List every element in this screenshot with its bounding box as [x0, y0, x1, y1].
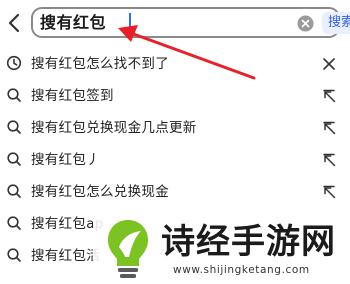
search-icon [6, 247, 22, 263]
suggestion-item[interactable]: 搜有红包签到 [0, 80, 350, 112]
arrow-up-left-icon[interactable] [321, 184, 337, 200]
suggestion-label: 搜有红包签到 [31, 88, 114, 104]
suggestion-label: 搜有红包活 [31, 248, 100, 264]
lightbulb-logo-icon [108, 220, 148, 278]
suggestion-label: 搜有红包丿 [31, 152, 100, 168]
search-input[interactable]: 搜有红包 [40, 12, 106, 34]
suggestion-label: 搜有红包兑换现金几点更新 [31, 120, 197, 136]
clear-circle-icon [297, 15, 314, 32]
arrow-up-left-icon[interactable] [321, 152, 337, 168]
search-bar: 搜有红包 搜索 [0, 0, 350, 48]
watermark-title: 诗经手游网 [161, 222, 336, 262]
search-icon [6, 87, 22, 103]
suggestion-item[interactable]: 搜有红包怎么兑换现金 [0, 176, 350, 208]
history-item[interactable]: 搜有红包怎么找不到了 [0, 48, 350, 80]
close-icon[interactable] [321, 56, 337, 72]
search-box[interactable]: 搜有红包 搜索 [31, 7, 350, 38]
watermark-url: www.shijingketang.com [173, 264, 310, 276]
suggestion-label: 搜有红包怎么兑换现金 [31, 184, 169, 200]
suggestion-item[interactable]: 搜有红包兑换现金几点更新 [0, 112, 350, 144]
search-icon [6, 215, 22, 231]
clear-button[interactable] [297, 15, 314, 32]
arrow-up-left-icon[interactable] [321, 88, 337, 104]
arrow-up-left-icon[interactable] [321, 120, 337, 136]
suggestion-label: 搜有红包怎么找不到了 [31, 56, 169, 72]
search-icon [6, 119, 22, 135]
search-button[interactable]: 搜索 [322, 12, 350, 34]
suggestion-item[interactable]: 搜有红包丿 [0, 144, 350, 176]
watermark: 诗经手游网 www.shijingketang.com [93, 210, 350, 284]
back-button[interactable] [4, 10, 26, 36]
text-caret [129, 13, 131, 33]
search-icon [6, 183, 22, 199]
chevron-left-icon [8, 13, 20, 33]
clock-icon [6, 55, 22, 71]
search-icon [6, 151, 22, 167]
